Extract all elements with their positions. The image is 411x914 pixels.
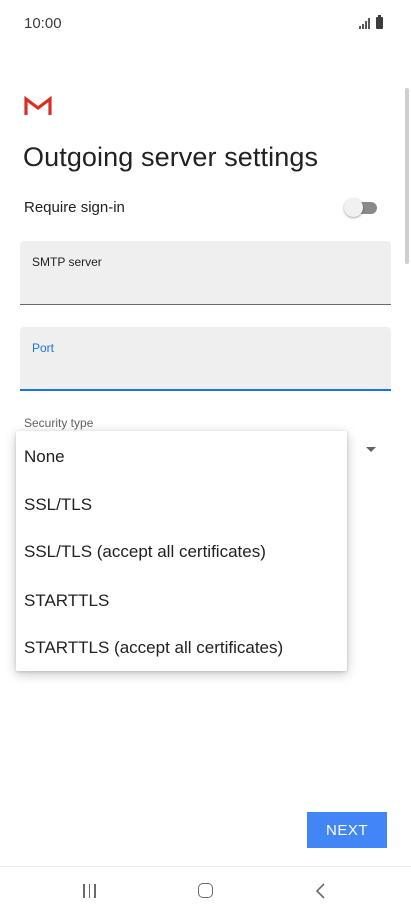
gmail-logo-icon — [24, 96, 52, 115]
dropdown-arrow-icon[interactable] — [366, 447, 376, 452]
require-signin-toggle[interactable] — [344, 198, 377, 217]
status-time: 10:00 — [24, 15, 62, 32]
port-underline — [20, 389, 391, 391]
port-field[interactable]: Port — [20, 327, 391, 391]
status-bar: 10:00 — [0, 0, 411, 46]
require-signin-label: Require sign-in — [24, 199, 125, 216]
menu-item-none[interactable]: None — [24, 447, 65, 467]
next-button[interactable]: NEXT — [307, 812, 387, 848]
status-icons — [359, 15, 383, 29]
recents-icon[interactable] — [83, 884, 96, 898]
smtp-server-field[interactable]: SMTP server — [20, 241, 391, 305]
menu-item-starttls[interactable]: STARTTLS — [24, 591, 109, 611]
battery-icon — [376, 15, 383, 29]
require-signin-row: Require sign-in — [24, 194, 384, 222]
security-type-label: Security type — [24, 416, 94, 430]
menu-item-ssl-tls-accept-all[interactable]: SSL/TLS (accept all certificates) — [24, 542, 266, 562]
scrollbar[interactable] — [405, 88, 409, 264]
back-icon[interactable] — [314, 882, 328, 900]
navigation-bar — [0, 866, 411, 914]
screen: 10:00 Outgoing server settings Require s… — [0, 0, 411, 914]
home-icon[interactable] — [198, 883, 213, 898]
smtp-server-underline — [20, 304, 391, 305]
page-title: Outgoing server settings — [23, 142, 319, 172]
port-label: Port — [32, 341, 55, 355]
smtp-server-label: SMTP server — [32, 255, 102, 269]
menu-item-starttls-accept-all[interactable]: STARTTLS (accept all certificates) — [24, 638, 283, 658]
signal-icon — [359, 17, 370, 29]
toggle-thumb — [344, 198, 363, 217]
menu-item-ssl-tls[interactable]: SSL/TLS — [24, 495, 92, 515]
security-type-dropdown-menu: None SSL/TLS SSL/TLS (accept all certifi… — [16, 431, 347, 671]
